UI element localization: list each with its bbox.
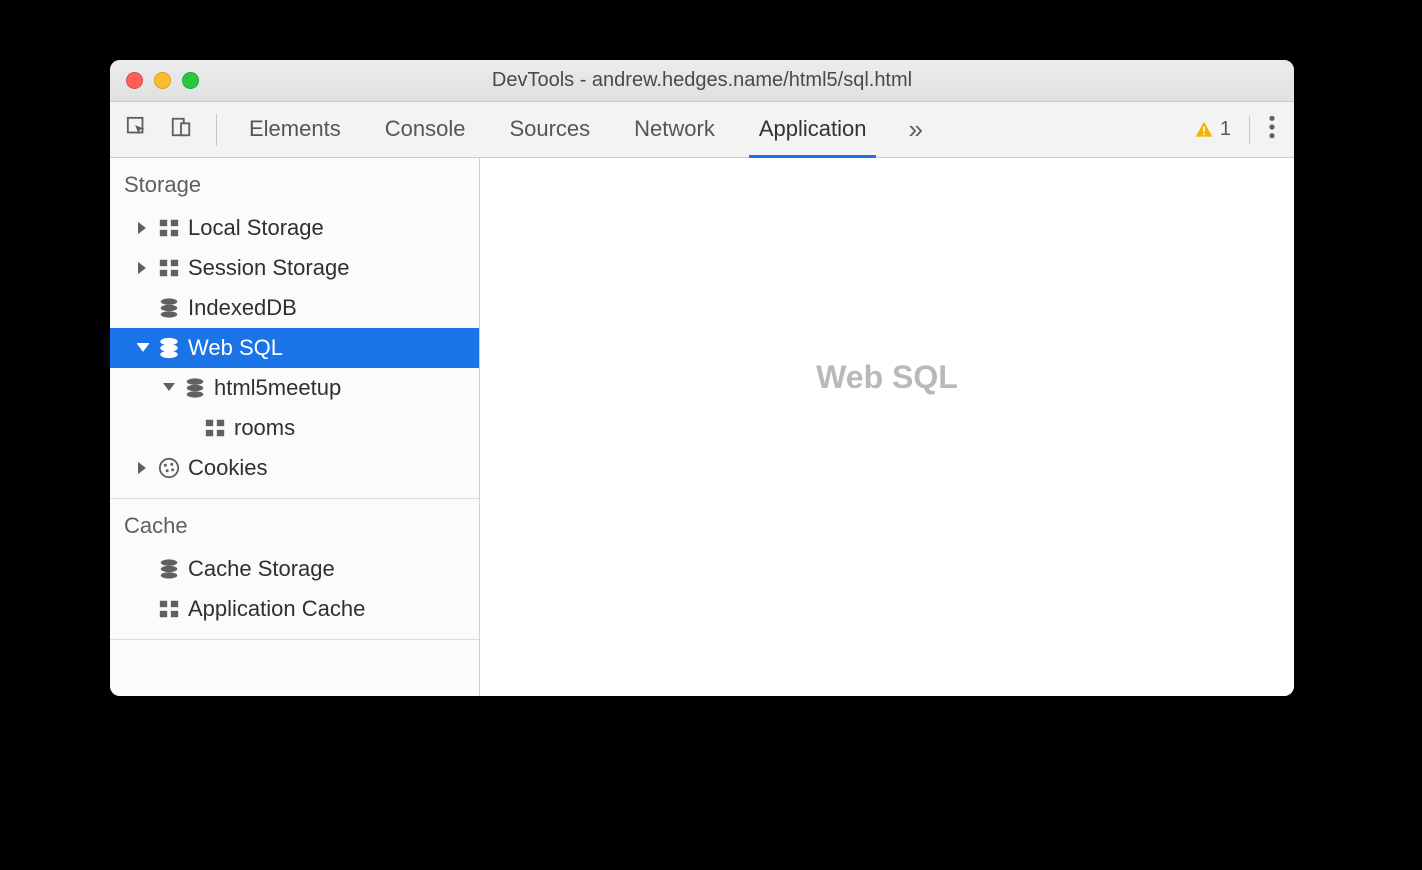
sidebar-item-database[interactable]: html5meetup bbox=[110, 368, 479, 408]
database-icon bbox=[158, 558, 180, 580]
chevron-right-icon bbox=[136, 462, 150, 474]
sidebar-item-label: Cookies bbox=[188, 455, 267, 481]
sidebar-item-label: Session Storage bbox=[188, 255, 349, 281]
titlebar: DevTools - andrew.hedges.name/html5/sql.… bbox=[110, 60, 1294, 102]
storage-section: Storage Local Storage Session Storage bbox=[110, 158, 479, 499]
sidebar-item-label: rooms bbox=[234, 415, 295, 441]
cache-section: Cache Cache Storage Application Cache bbox=[110, 499, 479, 640]
inspect-element-icon[interactable] bbox=[126, 116, 148, 144]
chevron-down-icon bbox=[162, 383, 176, 393]
warnings-badge[interactable]: 1 bbox=[1194, 118, 1231, 141]
table-icon bbox=[204, 417, 226, 439]
sidebar-item-cache-storage[interactable]: Cache Storage bbox=[110, 549, 479, 589]
window-title: DevTools - andrew.hedges.name/html5/sql.… bbox=[110, 69, 1294, 92]
traffic-lights bbox=[110, 72, 199, 89]
sidebar-item-label: html5meetup bbox=[214, 375, 341, 401]
kebab-menu-icon[interactable] bbox=[1268, 114, 1276, 146]
close-window-button[interactable] bbox=[126, 72, 143, 89]
chevron-down-icon bbox=[136, 343, 150, 353]
sidebar-item-label: Local Storage bbox=[188, 215, 324, 241]
tab-sources[interactable]: Sources bbox=[507, 103, 592, 157]
separator bbox=[216, 114, 217, 146]
cookie-icon bbox=[158, 457, 180, 479]
table-icon bbox=[158, 257, 180, 279]
minimize-window-button[interactable] bbox=[154, 72, 171, 89]
warnings-count: 1 bbox=[1220, 118, 1231, 141]
warning-icon bbox=[1194, 120, 1214, 140]
sidebar-item-application-cache[interactable]: Application Cache bbox=[110, 589, 479, 629]
sidebar-item-indexeddb[interactable]: IndexedDB bbox=[110, 288, 479, 328]
tab-application[interactable]: Application bbox=[757, 103, 869, 157]
sidebar-item-label: Application Cache bbox=[188, 596, 365, 622]
chevron-right-icon bbox=[136, 222, 150, 234]
sidebar-item-table[interactable]: rooms bbox=[110, 408, 479, 448]
main-panel: Web SQL bbox=[480, 158, 1294, 696]
devtools-window: DevTools - andrew.hedges.name/html5/sql.… bbox=[110, 60, 1294, 696]
panel-tabs: Elements Console Sources Network Applica… bbox=[223, 103, 923, 157]
tab-network[interactable]: Network bbox=[632, 103, 717, 157]
sidebar-item-label: IndexedDB bbox=[188, 295, 297, 321]
zoom-window-button[interactable] bbox=[182, 72, 199, 89]
tab-elements[interactable]: Elements bbox=[247, 103, 343, 157]
database-icon bbox=[184, 377, 206, 399]
sidebar-item-web-sql[interactable]: Web SQL bbox=[110, 328, 479, 368]
chevron-right-icon bbox=[136, 262, 150, 274]
table-icon bbox=[158, 598, 180, 620]
sidebar-item-session-storage[interactable]: Session Storage bbox=[110, 248, 479, 288]
sidebar-item-label: Web SQL bbox=[188, 335, 283, 361]
more-tabs-icon[interactable]: » bbox=[908, 114, 922, 145]
storage-section-title: Storage bbox=[110, 158, 479, 208]
tab-console[interactable]: Console bbox=[383, 103, 468, 157]
devtools-toolbar: Elements Console Sources Network Applica… bbox=[110, 102, 1294, 158]
sidebar-item-local-storage[interactable]: Local Storage bbox=[110, 208, 479, 248]
database-icon bbox=[158, 297, 180, 319]
main-placeholder-text: Web SQL bbox=[816, 359, 958, 396]
application-sidebar: Storage Local Storage Session Storage bbox=[110, 158, 480, 696]
sidebar-item-label: Cache Storage bbox=[188, 556, 335, 582]
cache-section-title: Cache bbox=[110, 499, 479, 549]
separator bbox=[1249, 116, 1250, 144]
device-toolbar-icon[interactable] bbox=[170, 116, 192, 144]
sidebar-item-cookies[interactable]: Cookies bbox=[110, 448, 479, 488]
table-icon bbox=[158, 217, 180, 239]
database-icon bbox=[158, 337, 180, 359]
